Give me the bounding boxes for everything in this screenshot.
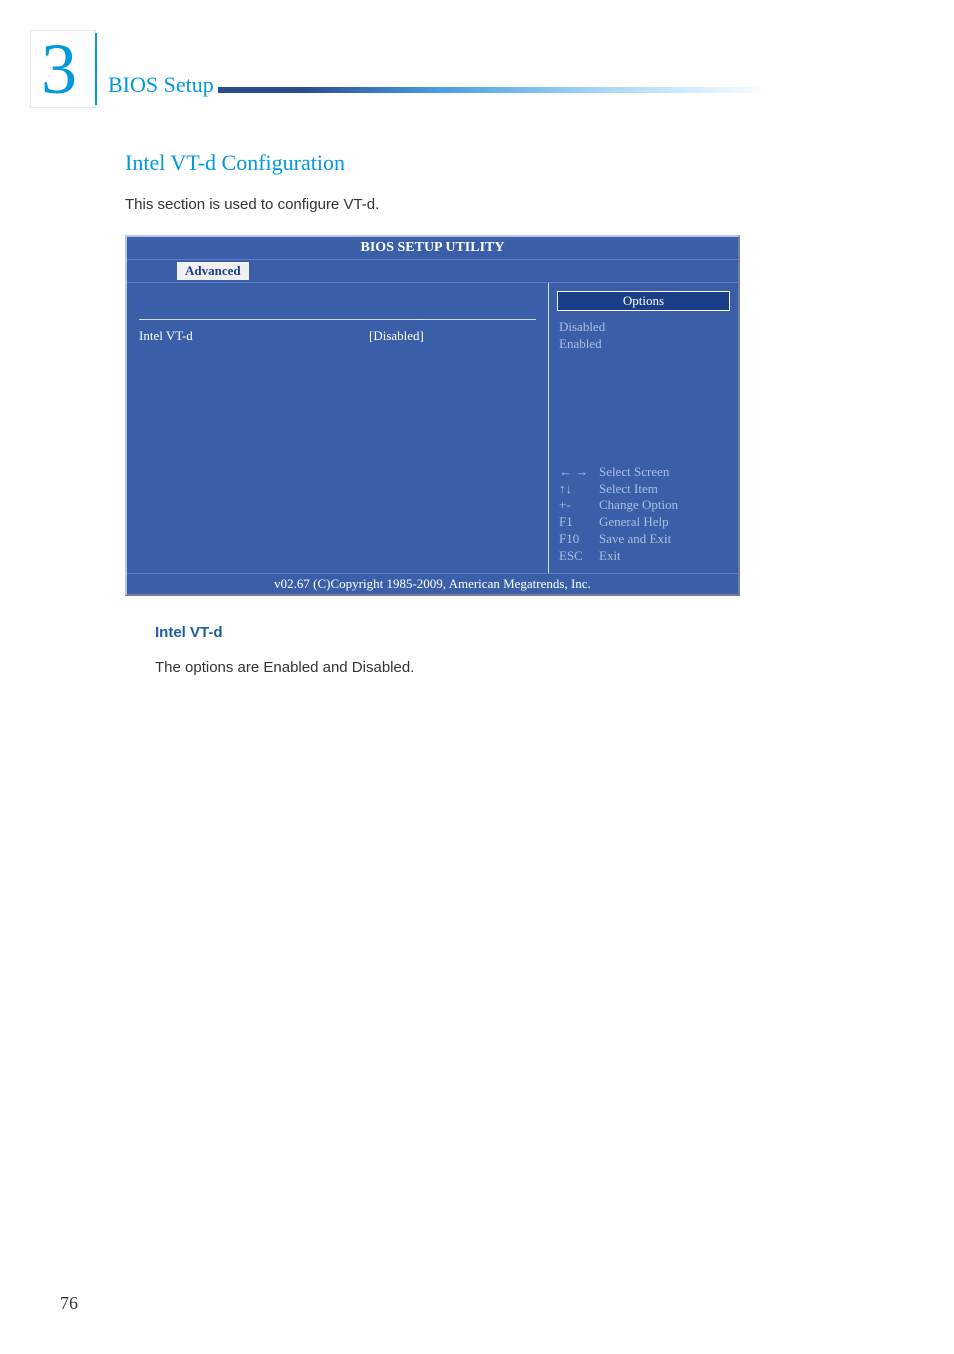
help-desc: Change Option xyxy=(599,497,678,514)
bios-utility-title: BIOS SETUP UTILITY xyxy=(127,237,738,260)
chapter-number-box: 3 xyxy=(30,30,96,108)
content-area: Intel VT-d Configuration This section is… xyxy=(125,150,740,676)
options-header: Options xyxy=(557,291,730,311)
bios-tab-advanced: Advanced xyxy=(177,262,249,280)
help-row-exit: ESC Exit xyxy=(559,548,728,565)
bios-panel: BIOS SETUP UTILITY Advanced Intel VT-d [… xyxy=(125,235,740,596)
help-desc: Select Screen xyxy=(599,464,669,481)
option-enabled: Enabled xyxy=(559,336,728,353)
bios-settings-pane: Intel VT-d [Disabled] xyxy=(127,283,548,573)
help-row-general-help: F1 General Help xyxy=(559,514,728,531)
help-row-select-screen: ← → Select Screen xyxy=(559,464,728,481)
help-key: ← → xyxy=(559,464,599,481)
help-block: ← → Select Screen ↑↓ Select Item +- Chan… xyxy=(559,464,728,565)
chapter-title: BIOS Setup xyxy=(108,72,214,98)
bios-divider xyxy=(139,319,536,320)
bios-footer: v02.67 (C)Copyright 1985-2009, American … xyxy=(127,573,738,594)
bios-body: Intel VT-d [Disabled] Options Disabled E… xyxy=(127,283,738,573)
help-key: ESC xyxy=(559,548,599,565)
option-disabled: Disabled xyxy=(559,319,728,336)
help-desc: Exit xyxy=(599,548,621,565)
help-row-save-exit: F10 Save and Exit xyxy=(559,531,728,548)
help-key: ↑↓ xyxy=(559,481,599,498)
page-header: 3 BIOS Setup xyxy=(30,30,770,108)
help-key: F1 xyxy=(559,514,599,531)
help-desc: General Help xyxy=(599,514,669,531)
section-description: This section is used to configure VT-d. xyxy=(125,196,740,213)
help-key: +- xyxy=(559,497,599,514)
help-row-change-option: +- Change Option xyxy=(559,497,728,514)
field-label: Intel VT-d xyxy=(155,624,740,641)
help-desc: Select Item xyxy=(599,481,658,498)
bios-setting-label: Intel VT-d xyxy=(139,328,339,344)
bios-tabs: Advanced xyxy=(127,260,738,283)
help-row-select-item: ↑↓ Select Item xyxy=(559,481,728,498)
options-list: Disabled Enabled xyxy=(559,319,728,353)
help-desc: Save and Exit xyxy=(599,531,671,548)
header-bar-gradient xyxy=(218,87,770,93)
field-description: The options are Enabled and Disabled. xyxy=(155,659,740,676)
bios-setting-row: Intel VT-d [Disabled] xyxy=(139,328,536,344)
bios-help-pane: Options Disabled Enabled ← → Select Scre… xyxy=(548,283,738,573)
help-key: F10 xyxy=(559,531,599,548)
bios-setting-value: [Disabled] xyxy=(339,328,536,344)
chapter-number: 3 xyxy=(37,29,81,109)
page-number: 76 xyxy=(60,1293,78,1314)
section-title: Intel VT-d Configuration xyxy=(125,150,740,176)
